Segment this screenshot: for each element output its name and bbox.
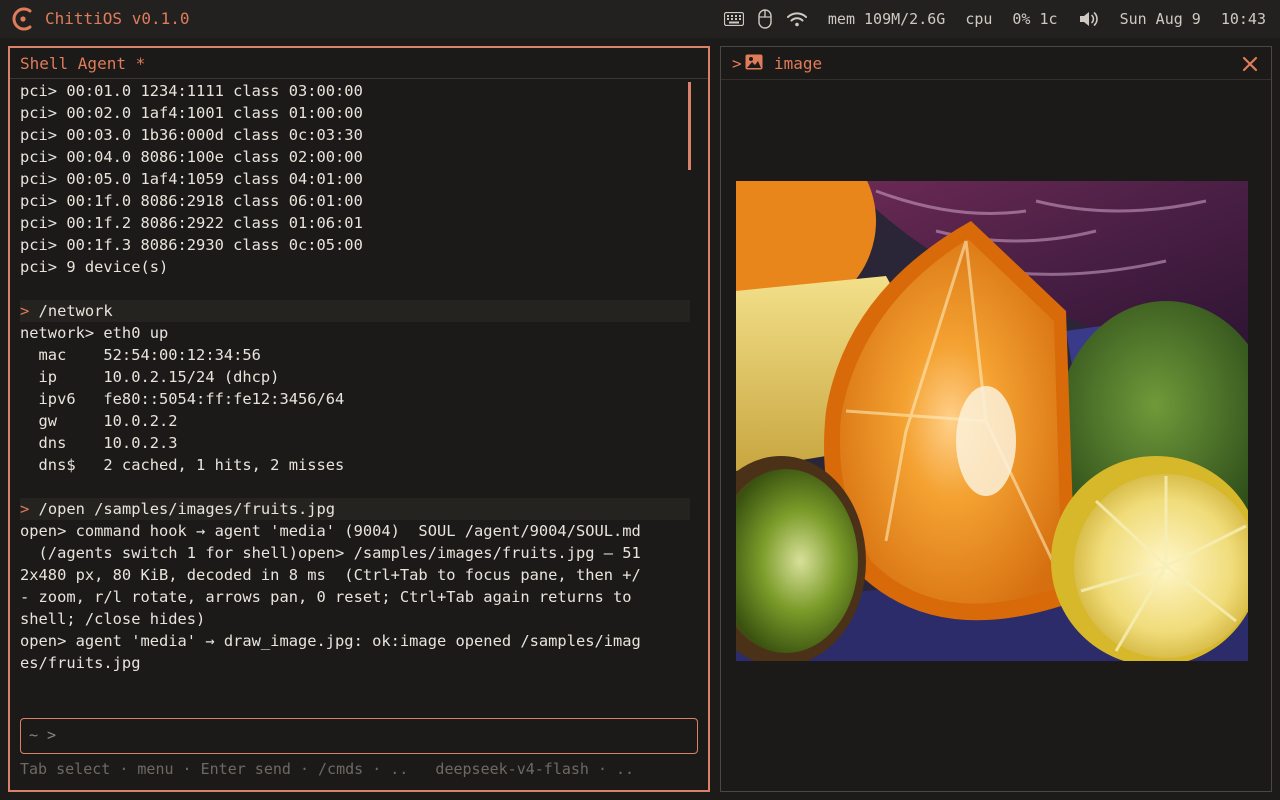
output-line: pci> 00:03.0 1b36:000d class 0c:03:30 — [20, 124, 690, 146]
date-readout: Sun Aug 9 — [1119, 10, 1201, 28]
output-line: gw 10.0.2.2 — [20, 410, 690, 432]
memory-readout: mem 109M/2.6G — [827, 10, 946, 28]
line-text: pci> 00:1f.2 8086:2922 class 01:06:01 — [20, 214, 363, 232]
output-line: ip 10.0.2.15/24 (dhcp) — [20, 366, 690, 388]
shell-pane-title: Shell Agent * — [20, 54, 146, 73]
shell-pane-header: Shell Agent * — [10, 48, 708, 79]
output-line: pci> 00:1f.3 8086:2930 class 0c:05:00 — [20, 234, 690, 256]
line-text: pci> 00:05.0 1af4:1059 class 04:01:00 — [20, 170, 363, 188]
output-line: pci> 00:05.0 1af4:1059 class 04:01:00 — [20, 168, 690, 190]
command-line: > /open /samples/images/fruits.jpg — [20, 498, 690, 520]
output-line: open> agent 'media' → draw_image.jpg: ok… — [20, 630, 690, 652]
image-icon — [745, 54, 763, 74]
line-text: open> agent 'media' → draw_image.jpg: ok… — [20, 632, 641, 650]
line-text: pci> 00:1f.3 8086:2930 class 0c:05:00 — [20, 236, 363, 254]
line-text: dns 10.0.2.3 — [20, 434, 178, 452]
line-text: - zoom, r/l rotate, arrows pan, 0 reset;… — [20, 588, 632, 606]
line-text: pci> 00:1f.0 8086:2918 class 06:01:00 — [20, 192, 363, 210]
status-area: mem 109M/2.6G cpu 0% 1c Sun Aug 9 10:43 — [723, 9, 1266, 29]
line-text: pci> 00:03.0 1b36:000d class 0c:03:30 — [20, 126, 363, 144]
line-text: open> command hook → agent 'media' (9004… — [20, 522, 641, 540]
line-text: /network — [29, 302, 113, 320]
output-line: network> eth0 up — [20, 322, 690, 344]
close-icon[interactable] — [1241, 55, 1259, 73]
command-input-box[interactable]: ~ > — [20, 718, 698, 754]
scrollbar-thumb[interactable] — [688, 82, 691, 170]
line-text: mac 52:54:00:12:34:56 — [20, 346, 261, 364]
output-line: pci> 00:01.0 1234:1111 class 03:00:00 — [20, 80, 690, 102]
output-line: pci> 00:1f.2 8086:2922 class 01:06:01 — [20, 212, 690, 234]
keyboard-icon[interactable] — [723, 12, 744, 26]
line-text: ip 10.0.2.15/24 (dhcp) — [20, 368, 280, 386]
shell-pane[interactable]: Shell Agent * pci> 00:01.0 1234:1111 cla… — [8, 46, 710, 792]
output-line: - zoom, r/l rotate, arrows pan, 0 reset;… — [20, 586, 690, 608]
output-line: mac 52:54:00:12:34:56 — [20, 344, 690, 366]
line-text: pci> 00:01.0 1234:1111 class 03:00:00 — [20, 82, 363, 100]
output-line: pci> 00:02.0 1af4:1001 class 01:00:00 — [20, 102, 690, 124]
output-line: (/agents switch 1 for shell)open> /sampl… — [20, 542, 690, 564]
line-text: 2x480 px, 80 KiB, decoded in 8 ms (Ctrl+… — [20, 566, 641, 584]
output-line: dns$ 2 cached, 1 hits, 2 misses — [20, 454, 690, 476]
cpu-readout: 0% 1c — [1012, 10, 1058, 28]
line-text: (/agents switch 1 for shell)open> /sampl… — [20, 544, 641, 562]
output-line: pci> 00:1f.0 8086:2918 class 06:01:00 — [20, 190, 690, 212]
output-line: shell; /close hides) — [20, 608, 690, 630]
fruits-image — [736, 181, 1248, 661]
command-prompt: > — [20, 500, 30, 518]
mouse-icon[interactable] — [758, 9, 772, 29]
output-line: pci> 9 device(s) — [20, 256, 690, 278]
line-text: dns$ 2 cached, 1 hits, 2 misses — [20, 456, 345, 474]
app-title: ChittiOS v0.1.0 — [45, 9, 190, 28]
wifi-icon[interactable] — [786, 11, 808, 27]
output-line: pci> 00:04.0 8086:100e class 02:00:00 — [20, 146, 690, 168]
output-line: open> command hook → agent 'media' (9004… — [20, 520, 690, 542]
pane-caret: > — [732, 54, 742, 73]
output-line: 2x480 px, 80 KiB, decoded in 8 ms (Ctrl+… — [20, 564, 690, 586]
command-input[interactable] — [59, 723, 683, 749]
cpu-label: cpu — [965, 10, 993, 28]
line-text: network> eth0 up — [20, 324, 169, 342]
logo-icon — [12, 7, 32, 31]
line-text: pci> 9 device(s) — [20, 258, 169, 276]
output-line: dns 10.0.2.3 — [20, 432, 690, 454]
image-pane[interactable]: > image — [720, 46, 1272, 792]
command-prompt: > — [20, 302, 30, 320]
top-bar: ChittiOS v0.1.0 mem 109M/2.6G cpu 0% 1c … — [0, 0, 1280, 38]
image-pane-header: > image — [721, 47, 1271, 80]
command-line: > /network — [20, 300, 690, 322]
line-text: /open /samples/images/fruits.jpg — [29, 500, 336, 518]
shell-output: pci> 00:01.0 1234:1111 class 03:00:00 pci… — [20, 80, 690, 700]
line-text: pci> 00:02.0 1af4:1001 class 01:00:00 — [20, 104, 363, 122]
volume-icon[interactable] — [1078, 10, 1100, 28]
line-text: pci> 00:04.0 8086:100e class 02:00:00 — [20, 148, 363, 166]
line-text: ipv6 fe80::5054:ff:fe12:3456/64 — [20, 390, 345, 408]
input-prompt: ~ > — [29, 726, 57, 744]
image-pane-title: image — [774, 54, 823, 73]
line-text: shell; /close hides) — [20, 610, 206, 628]
hint-bar: Tab select · menu · Enter send · /cmds ·… — [20, 760, 635, 778]
line-text: gw 10.0.2.2 — [20, 412, 178, 430]
output-line: ipv6 fe80::5054:ff:fe12:3456/64 — [20, 388, 690, 410]
output-line: es/fruits.jpg — [20, 652, 690, 674]
clock: 10:43 — [1220, 10, 1266, 28]
line-text: es/fruits.jpg — [20, 654, 141, 672]
